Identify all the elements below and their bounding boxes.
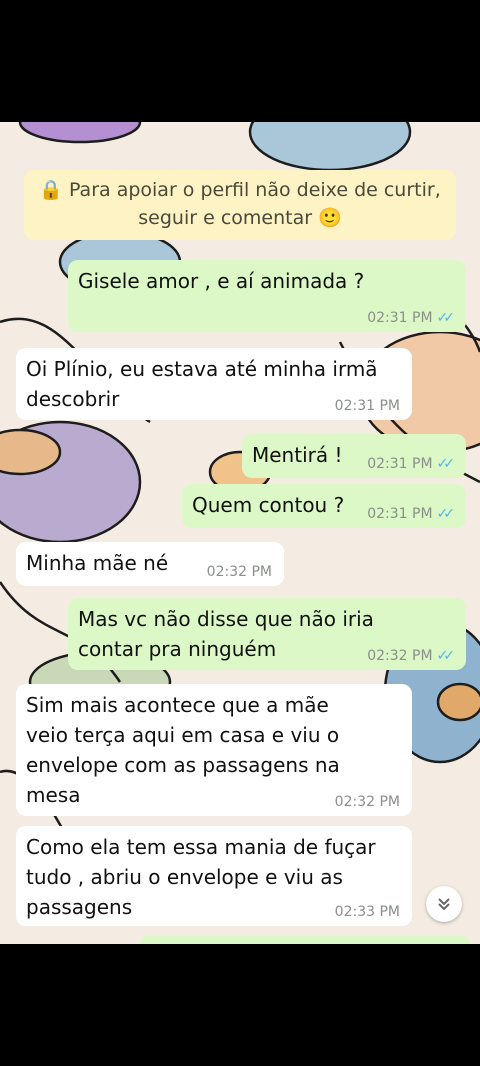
message-meta: 02:32 PM ✓✓ [367, 648, 456, 664]
message-meta: 02:31 PM [335, 398, 400, 414]
message-text: Oi Plínio, eu estava até minha irmã desc… [26, 357, 378, 411]
message-outgoing[interactable]: Mas vc não disse que não iria contar pra… [68, 598, 466, 670]
notice-banner: 🔒 Para apoiar o perfil não deixe de curt… [24, 170, 456, 240]
chat-area[interactable]: 🔒 Para apoiar o perfil não deixe de curt… [0, 122, 480, 944]
message-time: 02:33 PM [334, 904, 400, 920]
message-meta: 02:31 PM ✓✓ [367, 456, 456, 472]
message-meta: 02:31 PM ✓✓ [367, 310, 456, 326]
message-text: Quem contou ? [192, 493, 345, 517]
message-outgoing[interactable]: Mentirá ! 02:31 PM ✓✓ [242, 434, 466, 478]
message-text: Mentirá ! [252, 443, 343, 467]
message-incoming[interactable]: Sim mais acontece que a mãe veio terça a… [16, 684, 412, 816]
read-ticks-icon: ✓✓ [436, 456, 456, 472]
message-meta: 02:32 PM [335, 794, 400, 810]
message-time: 02:32 PM [206, 564, 272, 580]
message-time: 02:31 PM [367, 456, 433, 472]
notice-text: 🔒 Para apoiar o perfil não deixe de curt… [39, 179, 441, 229]
message-text: Sim mais acontece que a mãe veio terça a… [26, 693, 340, 807]
read-ticks-icon: ✓✓ [436, 648, 456, 664]
message-time: 02:31 PM [367, 506, 433, 522]
read-ticks-icon: ✓✓ [436, 310, 456, 326]
chevron-double-down-icon [438, 898, 450, 911]
message-text: Gisele amor , e aí animada ? [78, 269, 365, 293]
message-time: 02:32 PM [334, 794, 400, 810]
message-outgoing[interactable]: Quem contou ? 02:31 PM ✓✓ [182, 484, 466, 528]
message-incoming[interactable]: Oi Plínio, eu estava até minha irmã desc… [16, 348, 412, 420]
message-time: 02:31 PM [367, 310, 433, 326]
message-meta: 02:33 PM [335, 904, 400, 920]
message-time: 02:31 PM [334, 398, 400, 414]
message-time: 02:32 PM [367, 648, 433, 664]
message-text: Minha mãe né [26, 551, 169, 575]
read-ticks-icon: ✓✓ [436, 506, 456, 522]
message-text: Mas vc não disse que não iria contar pra… [78, 607, 374, 661]
message-outgoing-partial [140, 936, 470, 944]
floral-wallpaper [0, 122, 480, 883]
message-incoming[interactable]: Como ela tem essa mania de fuçar tudo , … [16, 826, 412, 926]
scroll-to-bottom-button[interactable] [426, 886, 462, 922]
message-outgoing[interactable]: Gisele amor , e aí animada ? 02:31 PM ✓✓ [68, 260, 466, 332]
message-meta: 02:31 PM ✓✓ [367, 506, 456, 522]
message-meta: 02:32 PM [207, 564, 272, 580]
message-incoming[interactable]: Minha mãe né 02:32 PM [16, 542, 284, 586]
